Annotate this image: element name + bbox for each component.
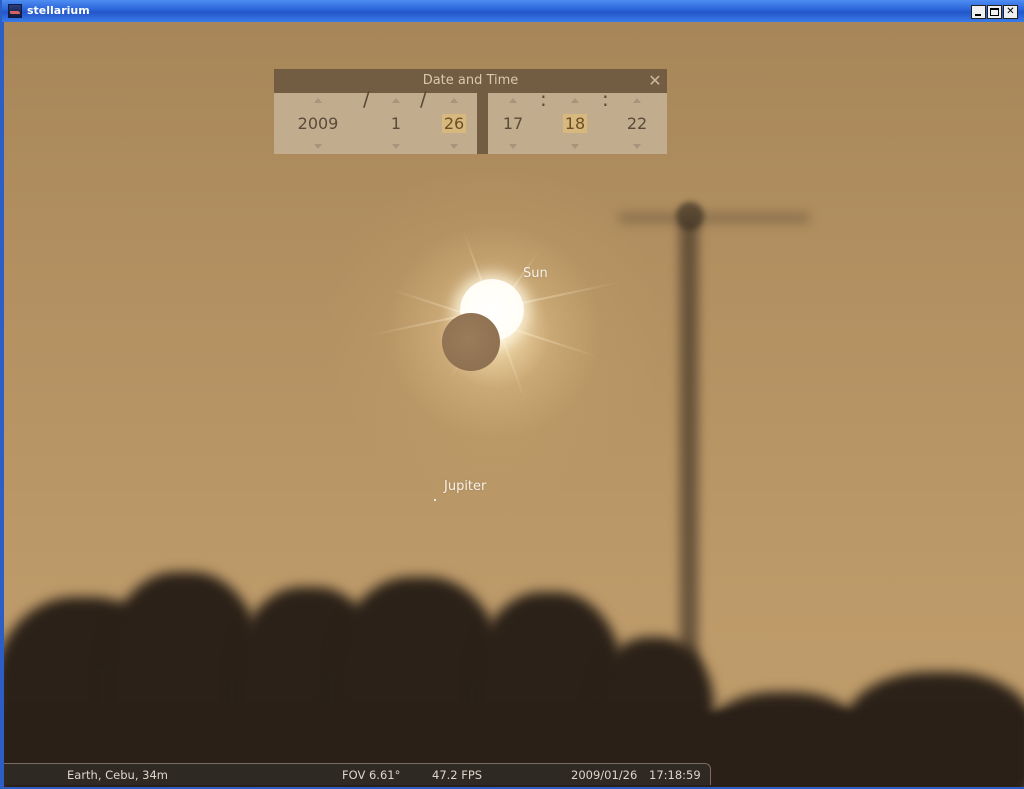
maximize-icon (990, 8, 999, 16)
day-value[interactable]: 26 (436, 114, 472, 134)
application-window: stellarium ✕ Sun Jupiter Date and Time ✕… (0, 0, 1024, 789)
window-title: stellarium (27, 4, 90, 17)
maximize-button[interactable] (987, 5, 1002, 19)
date-separator: / (420, 87, 427, 111)
increment-second-button[interactable] (633, 98, 641, 103)
minimize-icon (975, 14, 981, 16)
close-window-button[interactable]: ✕ (1003, 5, 1018, 19)
increment-year-button[interactable] (314, 98, 322, 103)
decrement-month-button[interactable] (392, 144, 400, 149)
close-icon[interactable]: ✕ (646, 71, 664, 91)
decrement-day-button[interactable] (450, 144, 458, 149)
dialog-title: Date and Time (422, 73, 519, 88)
second-spinbox[interactable]: 22 (620, 93, 654, 154)
increment-minute-button[interactable] (571, 98, 579, 103)
minute-value-text: 18 (562, 114, 588, 133)
date-separator: / (363, 87, 370, 111)
increment-hour-button[interactable] (509, 98, 517, 103)
decrement-second-button[interactable] (633, 144, 641, 149)
dialog-divider (477, 93, 488, 154)
minute-spinbox[interactable]: 18 (558, 93, 592, 154)
title-bar[interactable]: stellarium ✕ (2, 0, 1024, 22)
second-value[interactable]: 22 (620, 114, 654, 134)
moon[interactable] (442, 313, 500, 371)
decrement-minute-button[interactable] (571, 144, 579, 149)
decrement-year-button[interactable] (314, 144, 322, 149)
sun-label: Sun (523, 266, 548, 281)
status-bar: Earth, Cebu, 34m FOV 6.61° 47.2 FPS 2009… (4, 763, 711, 785)
month-value[interactable]: 1 (380, 114, 412, 134)
fov-readout: FOV 6.61° (342, 768, 401, 782)
day-spinbox[interactable]: 26 (436, 93, 472, 154)
time-separator: : (602, 87, 609, 111)
month-spinbox[interactable]: 1 (380, 93, 412, 154)
minute-value[interactable]: 18 (558, 114, 592, 134)
location-readout: Earth, Cebu, 34m (67, 768, 168, 782)
time-readout: 17:18:59 (649, 768, 701, 782)
day-value-text: 26 (441, 114, 467, 133)
minimize-button[interactable] (971, 5, 986, 19)
year-value[interactable]: 2009 (290, 114, 346, 134)
jupiter-label: Jupiter (444, 479, 487, 494)
close-icon: ✕ (1006, 6, 1015, 17)
hour-spinbox[interactable]: 17 (496, 93, 530, 154)
date-time-dialog: Date and Time ✕ 2009 / 1 / 26 17 : 18: … (274, 69, 667, 154)
tower-antenna (619, 212, 809, 224)
date-readout: 2009/01/26 (571, 768, 638, 782)
year-spinbox[interactable]: 2009 (290, 93, 346, 154)
time-separator: : (540, 87, 547, 111)
decrement-hour-button[interactable] (509, 144, 517, 149)
jupiter[interactable] (434, 499, 436, 501)
stellarium-app-icon[interactable] (8, 4, 22, 18)
hour-value[interactable]: 17 (496, 114, 530, 134)
increment-day-button[interactable] (450, 98, 458, 103)
fps-readout: 47.2 FPS (432, 768, 483, 782)
increment-month-button[interactable] (392, 98, 400, 103)
